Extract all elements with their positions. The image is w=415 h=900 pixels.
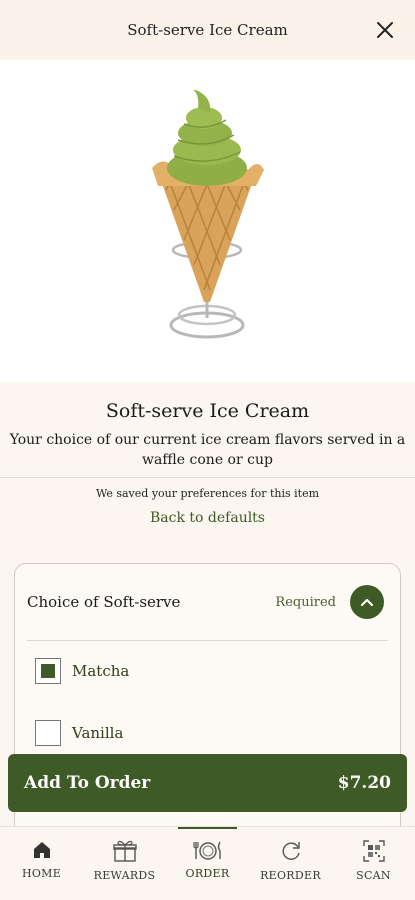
tab-order[interactable]: ORDER — [166, 827, 249, 900]
tab-label: REORDER — [260, 869, 321, 882]
top-bar: Soft-serve Ice Cream — [0, 0, 415, 60]
required-label: Required — [275, 594, 336, 610]
add-to-order-button[interactable]: Add To Order $7.20 — [8, 754, 407, 812]
qr-scan-icon — [362, 840, 385, 862]
options-header[interactable]: Choice of Soft-serve Required — [15, 564, 400, 640]
home-icon — [33, 842, 50, 858]
dining-icon — [192, 841, 221, 860]
options-divider — [27, 640, 388, 641]
checkbox-checked[interactable] — [35, 658, 61, 684]
saved-preferences-note: We saved your preferences for this item — [95, 487, 320, 500]
product-image — [0, 60, 415, 382]
item-info: Soft-serve Ice Cream Your choice of our … — [0, 382, 415, 470]
page-title: Soft-serve Ice Cream — [127, 21, 288, 39]
checkbox-unchecked[interactable] — [35, 720, 61, 746]
tab-reorder[interactable]: REORDER — [249, 827, 332, 900]
tab-label: HOME — [21, 867, 62, 880]
item-description: Your choice of our current ice cream fla… — [9, 432, 406, 468]
tab-label: REWARDS — [93, 869, 156, 882]
tab-label: SCAN — [356, 869, 391, 882]
option-label: Vanilla — [72, 724, 124, 742]
close-icon[interactable] — [375, 20, 395, 40]
option-matcha[interactable]: Matcha — [35, 658, 129, 684]
add-to-order-label: Add To Order — [24, 773, 151, 793]
tab-scan[interactable]: SCAN — [332, 827, 415, 900]
order-price: $7.20 — [337, 773, 391, 793]
gift-icon — [112, 840, 137, 862]
item-title: Soft-serve Ice Cream — [105, 400, 310, 422]
tab-home[interactable]: HOME — [0, 827, 83, 900]
tab-label: ORDER — [185, 867, 230, 880]
divider — [0, 477, 415, 478]
option-label: Matcha — [72, 662, 130, 680]
options-title: Choice of Soft-serve — [27, 593, 181, 611]
reorder-icon — [282, 842, 300, 860]
option-vanilla[interactable]: Vanilla — [35, 720, 123, 746]
tab-rewards[interactable]: REWARDS — [83, 827, 166, 900]
soft-serve-options-card: Choice of Soft-serve Required Matcha Van… — [14, 563, 401, 863]
chevron-up-icon[interactable] — [350, 585, 384, 619]
back-to-defaults-link[interactable]: Back to defaults — [0, 510, 415, 526]
bottom-tab-bar: HOME REWARDS ORDER REORDER SCAN — [0, 826, 415, 900]
